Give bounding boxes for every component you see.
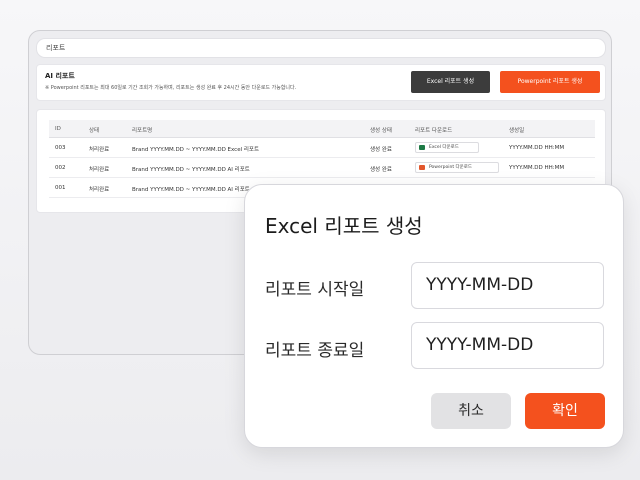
row-date: YYYY.MM.DD HH:MM [509, 165, 565, 171]
report-section-description: ※ Powerpoint 리포트는 최대 60일로 기간 조회가 가능하며, 리… [45, 85, 297, 91]
row-date: YYYY.MM.DD HH:MM [509, 145, 565, 151]
excel-download-button[interactable]: Excel 다운로드 [415, 142, 479, 153]
create-ppt-report-button[interactable]: Powerpoint 리포트 생성 [500, 71, 600, 93]
row-name: Brand YYYY.MM.DD ~ YYYY.MM.DD Excel 리포트 [132, 147, 260, 153]
ppt-download-button[interactable]: Powerpoint 다운로드 [415, 162, 499, 173]
search-input[interactable]: 리포트 [36, 38, 606, 58]
create-excel-report-button[interactable]: Excel 리포트 생성 [411, 71, 490, 93]
header-id: ID [55, 126, 61, 132]
row-gen-status: 생성 완료 [370, 147, 392, 153]
header-name: 리포트명 [132, 128, 153, 134]
header-download: 리포트 다운로드 [415, 128, 453, 134]
table-row[interactable]: 003 처리완료 Brand YYYY.MM.DD ~ YYYY.MM.DD E… [49, 138, 595, 158]
header-date: 생성일 [509, 128, 525, 134]
cancel-button[interactable]: 취소 [431, 393, 511, 429]
row-status: 처리완료 [89, 187, 110, 193]
confirm-button[interactable]: 확인 [525, 393, 605, 429]
table-row[interactable]: 002 처리완료 Brand YYYY.MM.DD ~ YYYY.MM.DD A… [49, 158, 595, 178]
row-name: Brand YYYY.MM.DD ~ YYYY.MM.DD AI 리포트 [132, 167, 250, 173]
row-gen-status: 생성 완료 [370, 167, 392, 173]
download-label: Excel 다운로드 [429, 145, 459, 150]
download-label: Powerpoint 다운로드 [429, 165, 473, 170]
row-status: 처리완료 [89, 147, 110, 153]
header-status: 상태 [89, 128, 100, 134]
excel-report-modal: Excel 리포트 생성 리포트 시작일 YYYY-MM-DD 리포트 종료일 … [244, 184, 624, 448]
start-date-label: 리포트 시작일 [265, 280, 365, 300]
row-status: 처리완료 [89, 167, 110, 173]
modal-title: Excel 리포트 생성 [265, 214, 423, 238]
ppt-file-icon [419, 165, 425, 170]
end-date-input[interactable]: YYYY-MM-DD [411, 322, 604, 369]
row-id: 001 [55, 185, 66, 191]
ai-report-card: AI 리포트 ※ Powerpoint 리포트는 최대 60일로 기간 조회가 … [36, 64, 606, 101]
excel-file-icon [419, 145, 425, 150]
end-date-label: 리포트 종료일 [265, 341, 365, 361]
start-date-input[interactable]: YYYY-MM-DD [411, 262, 604, 309]
report-section-title: AI 리포트 [45, 72, 75, 80]
row-id: 002 [55, 165, 66, 171]
table-header: ID 상태 리포트명 생성 상태 리포트 다운로드 생성일 [49, 120, 595, 138]
row-id: 003 [55, 145, 66, 151]
row-name: Brand YYYY.MM.DD ~ YYYY.MM.DD AI 리포트 [132, 187, 250, 193]
header-gen-status: 생성 상태 [370, 128, 392, 134]
